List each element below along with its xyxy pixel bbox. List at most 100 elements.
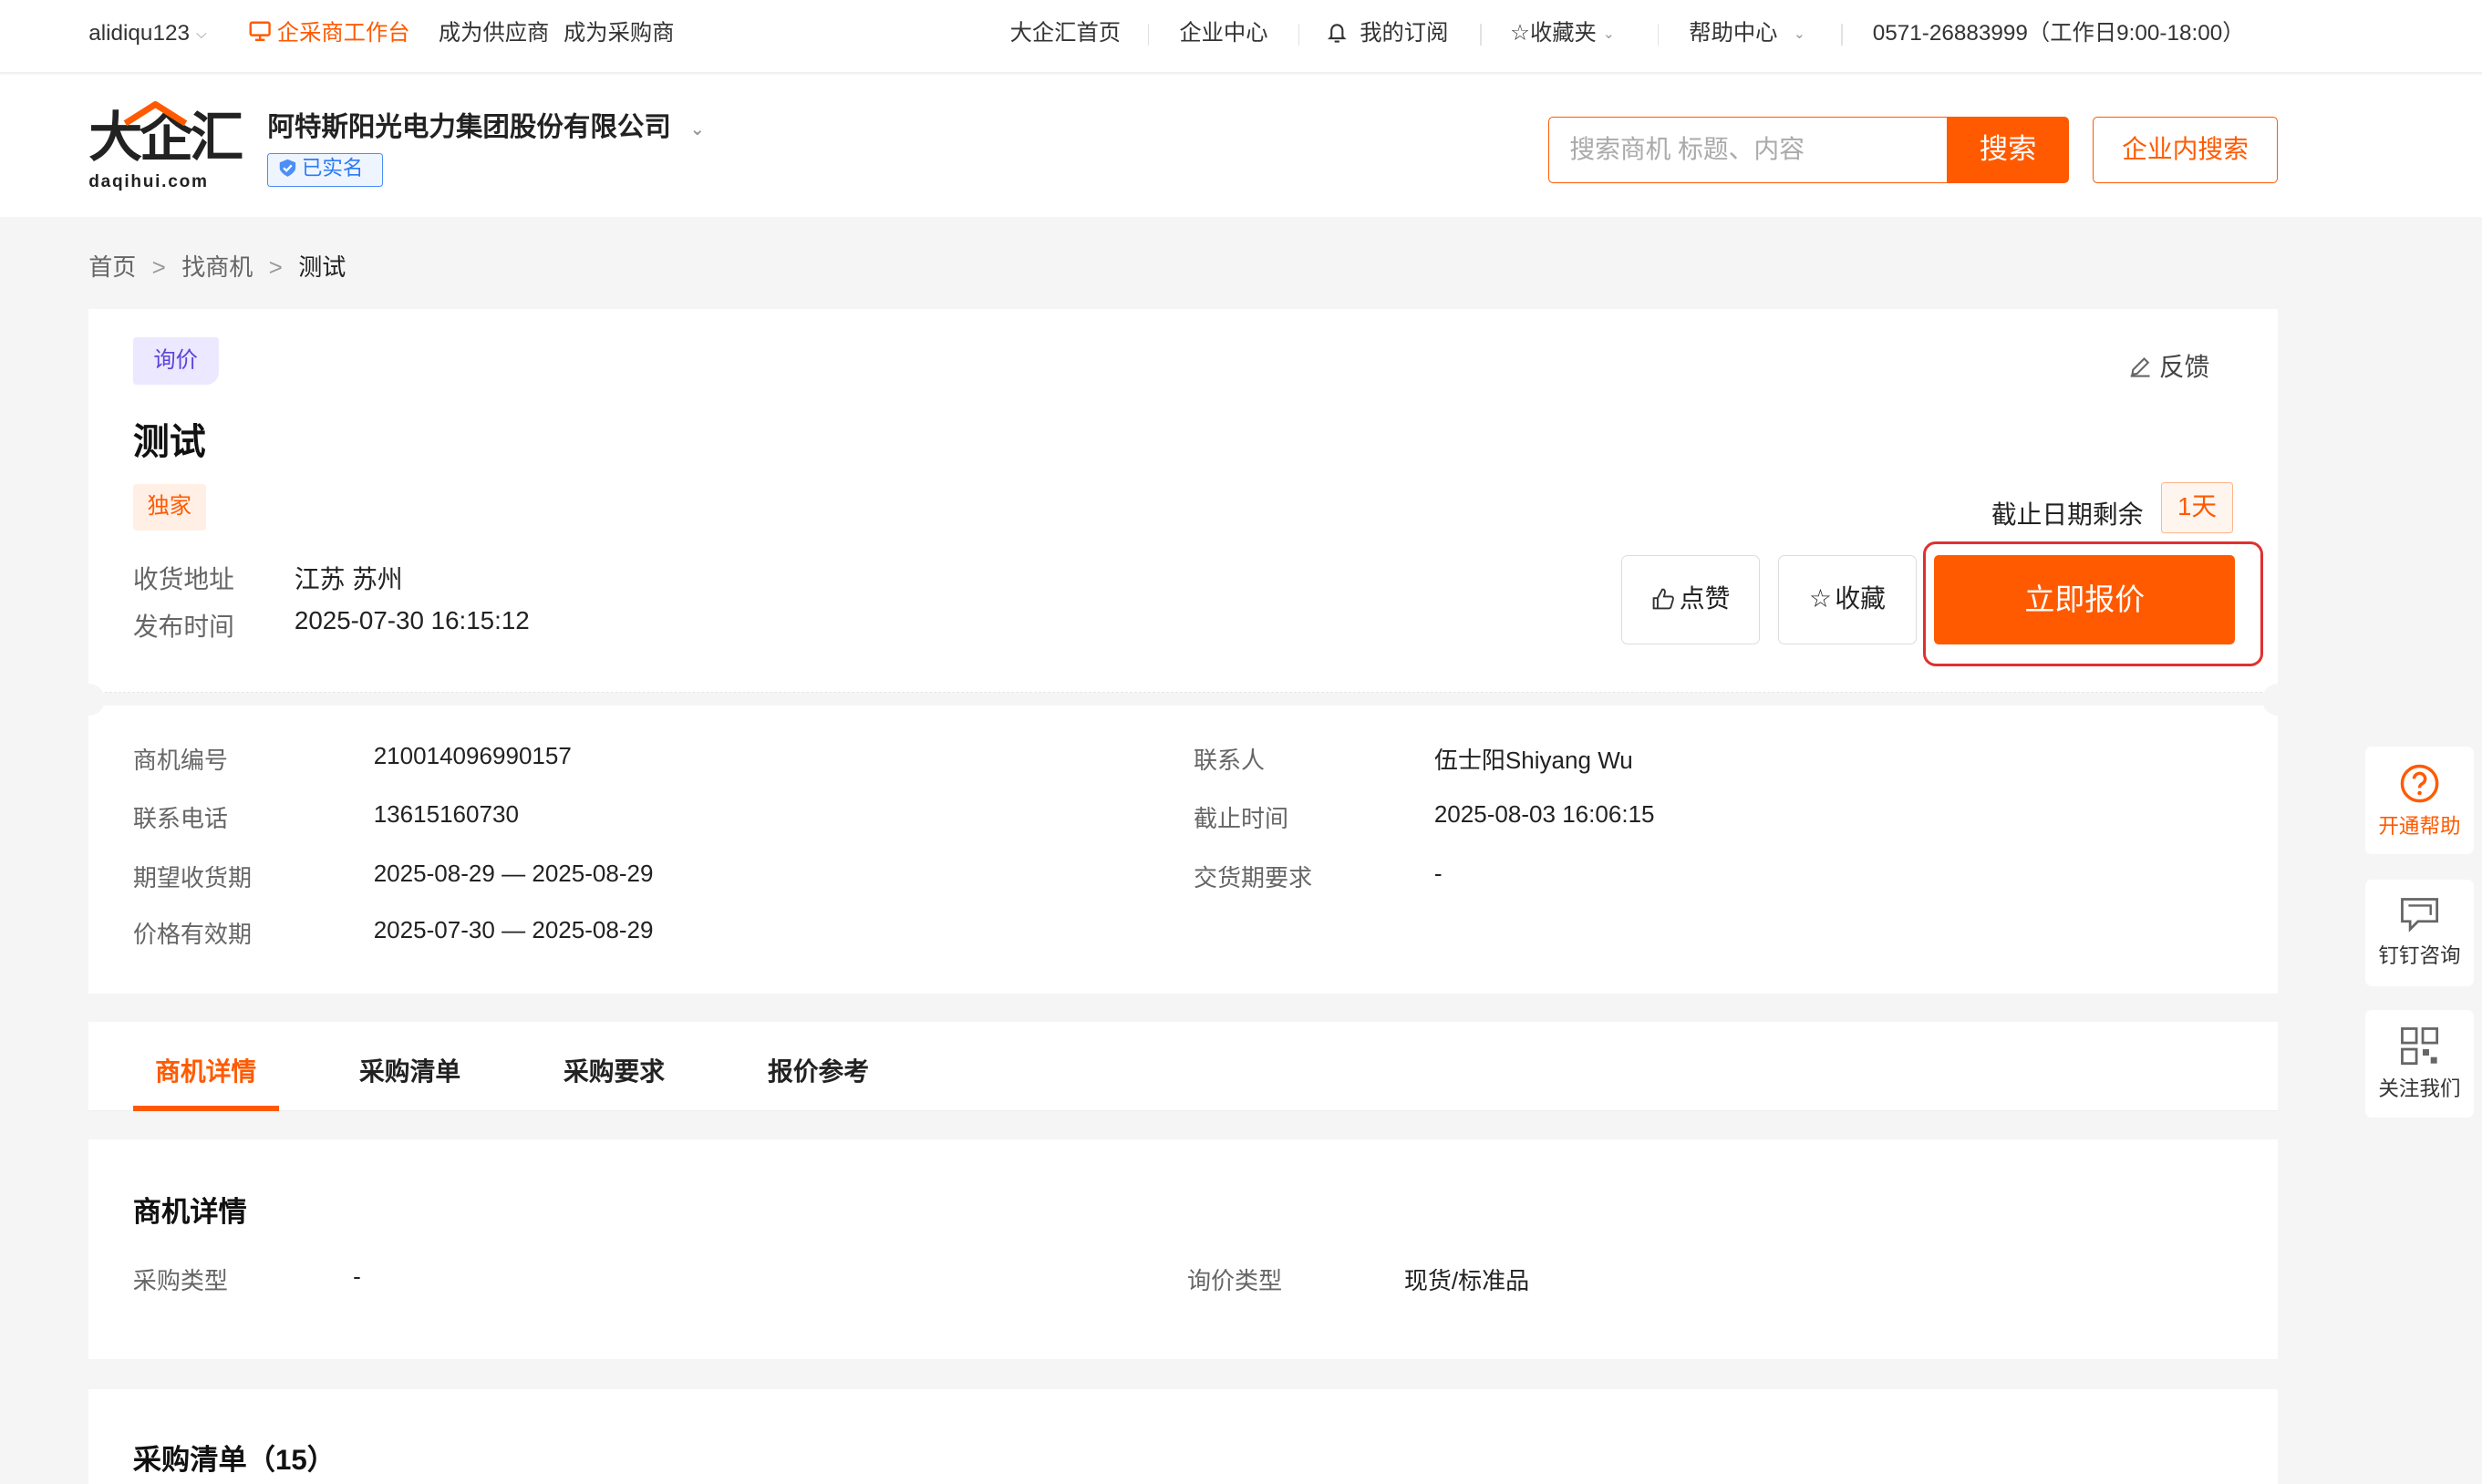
quote-now-button[interactable]: 立即报价: [1934, 555, 2236, 644]
chevron-down-icon: ⌵: [195, 26, 207, 42]
tab-requirements[interactable]: 采购要求: [564, 1051, 665, 1087]
favorites-label: 收藏夹: [1529, 20, 1597, 46]
info-value: 210014096990157: [373, 742, 572, 770]
chevron-down-icon: ⌄: [1793, 26, 1805, 42]
subscription-label: 我的订阅: [1360, 20, 1449, 46]
info-value: 伍士阳Shiyang Wu: [1433, 747, 1633, 775]
like-button[interactable]: 点赞: [1620, 555, 1761, 644]
help-center-menu[interactable]: 帮助中心 ⌄: [1689, 19, 1805, 48]
chat-icon: [2400, 897, 2438, 933]
workbench-label: 企采商工作台: [276, 20, 410, 46]
username-label: alidiqu123: [88, 20, 190, 46]
info-value: 2025-07-30 — 2025-08-29: [373, 916, 654, 944]
thumbs-up-icon: [1652, 588, 1674, 610]
info-value: 2025-08-29 — 2025-08-29: [373, 859, 654, 887]
divider: [1298, 24, 1300, 46]
active-tab-indicator: [132, 1106, 279, 1111]
tab-purchase-list[interactable]: 采购清单: [359, 1051, 460, 1087]
info-value: 13615160730: [373, 800, 519, 829]
ticket-notch: [2261, 683, 2294, 716]
divider: [1480, 24, 1482, 46]
collect-label: 收藏: [1835, 584, 1886, 613]
info-label: 交货期要求: [1193, 863, 1313, 891]
chevron-down-icon: ⌄: [1602, 26, 1615, 42]
info-label: 截止时间: [1193, 805, 1289, 833]
ticket-notch: [72, 683, 105, 716]
info-value: -: [1433, 859, 1443, 887]
publish-time-value: 2025-07-30 16:15:12: [294, 605, 530, 634]
follow-float-label: 关注我们: [2378, 1077, 2461, 1100]
company-name: 阿特斯阳光电力集团股份有限公司: [267, 112, 671, 143]
chevron-down-icon: ⌄: [689, 119, 705, 139]
monitor-icon: [249, 21, 271, 42]
company-selector[interactable]: 阿特斯阳光电力集团股份有限公司 ⌄: [267, 106, 704, 144]
edit-icon: [2130, 356, 2150, 377]
address-value: 江苏 苏州: [294, 564, 403, 593]
divider: [1840, 24, 1843, 46]
feedback-label: 反馈: [2158, 353, 2210, 382]
help-float-label: 开通帮助: [2378, 814, 2461, 838]
breadcrumb-separator: >: [151, 252, 166, 281]
collect-button[interactable]: ☆ 收藏: [1777, 555, 1918, 644]
username-menu[interactable]: alidiqu123 ⌵: [88, 19, 207, 48]
become-purchaser-link[interactable]: 成为采购商: [564, 19, 674, 47]
breadcrumb-separator: >: [268, 252, 283, 281]
become-supplier-link[interactable]: 成为供应商: [439, 19, 549, 47]
opportunity-title: 测试: [132, 422, 206, 463]
purchase-list-section: 采购清单（15）: [88, 1389, 2279, 1484]
purchase-type-label: 采购类型: [132, 1267, 228, 1295]
enterprise-center-link[interactable]: 企业中心: [1179, 19, 1267, 47]
divider: [1147, 24, 1150, 46]
section-title: 商机详情: [132, 1195, 247, 1228]
tab-quote-reference[interactable]: 报价参考: [768, 1051, 869, 1087]
breadcrumb-current: 测试: [298, 252, 346, 281]
breadcrumb-home[interactable]: 首页: [88, 253, 136, 281]
info-label: 联系人: [1193, 747, 1266, 775]
breadcrumb-opportunities[interactable]: 找商机: [181, 253, 253, 281]
inquiry-type-value: 现货/标准品: [1403, 1267, 1530, 1295]
exclusive-tag: 独家: [132, 484, 206, 531]
feedback-link[interactable]: 反馈: [2129, 346, 2210, 383]
like-label: 点赞: [1679, 584, 1731, 613]
help-float-button[interactable]: 开通帮助: [2364, 747, 2475, 855]
purchase-type-value: -: [353, 1262, 361, 1291]
qr-code-icon: [2400, 1027, 2438, 1065]
favorites-menu[interactable]: ☆收藏夹 ⌄: [1510, 19, 1615, 48]
dashed-divider: [104, 691, 2262, 693]
info-label: 商机编号: [132, 747, 228, 775]
publish-time-label: 发布时间: [132, 612, 234, 641]
top-bar: alidiqu123 ⌵ 企采商工作台 成为供应商 成为采购商 大企汇首页 企业中…: [0, 0, 2482, 73]
divider: [1657, 24, 1660, 46]
dingtalk-float-label: 钉钉咨询: [2378, 944, 2461, 968]
star-icon: ☆: [1510, 20, 1530, 46]
info-value: 2025-08-03 16:06:15: [1433, 800, 1655, 829]
home-link[interactable]: 大企汇首页: [1010, 19, 1121, 47]
section-title: 采购清单（15）: [132, 1444, 336, 1477]
inquiry-type-label: 询价类型: [1186, 1267, 1283, 1295]
enterprise-search-button[interactable]: 企业内搜索: [2092, 117, 2279, 184]
verified-label: 已实名: [301, 157, 364, 180]
info-label: 价格有效期: [132, 921, 252, 949]
help-center-label: 帮助中心: [1689, 20, 1778, 46]
question-circle-icon: [2400, 764, 2439, 803]
address-label: 收货地址: [132, 564, 234, 593]
verified-badge: 已实名: [267, 153, 384, 187]
deadline-remaining-badge: 1天: [2160, 482, 2234, 534]
shield-check-icon: [279, 160, 295, 178]
roof-logo-icon: [123, 101, 187, 127]
site-header: 大企汇 daqihui.com 阿特斯阳光电力集团股份有限公司 ⌄ 已实名 搜索商…: [0, 74, 2482, 217]
hotline: 0571-26883999（工作日9:00-18:00）: [1872, 20, 2245, 46]
follow-float-button[interactable]: 关注我们: [2364, 1009, 2475, 1118]
tab-details[interactable]: 商机详情: [155, 1051, 256, 1087]
search-button[interactable]: 搜索: [1947, 117, 2069, 184]
info-label: 联系电话: [132, 805, 228, 833]
logo-domain: daqihui.com: [88, 172, 209, 192]
deadline-label: 截止日期剩余: [1991, 500, 2144, 529]
detail-tabs: 商机详情 采购清单 采购要求 报价参考: [88, 1022, 2279, 1111]
bell-icon: [1327, 24, 1347, 43]
dingtalk-float-button[interactable]: 钉钉咨询: [2364, 880, 2475, 986]
search-input[interactable]: 搜索商机 标题、内容: [1547, 117, 1949, 184]
details-section: 商机详情 采购类型 - 询价类型 现货/标准品: [88, 1139, 2279, 1360]
subscription-link[interactable]: 我的订阅: [1327, 19, 1449, 47]
workbench-link[interactable]: 企采商工作台: [249, 19, 410, 47]
